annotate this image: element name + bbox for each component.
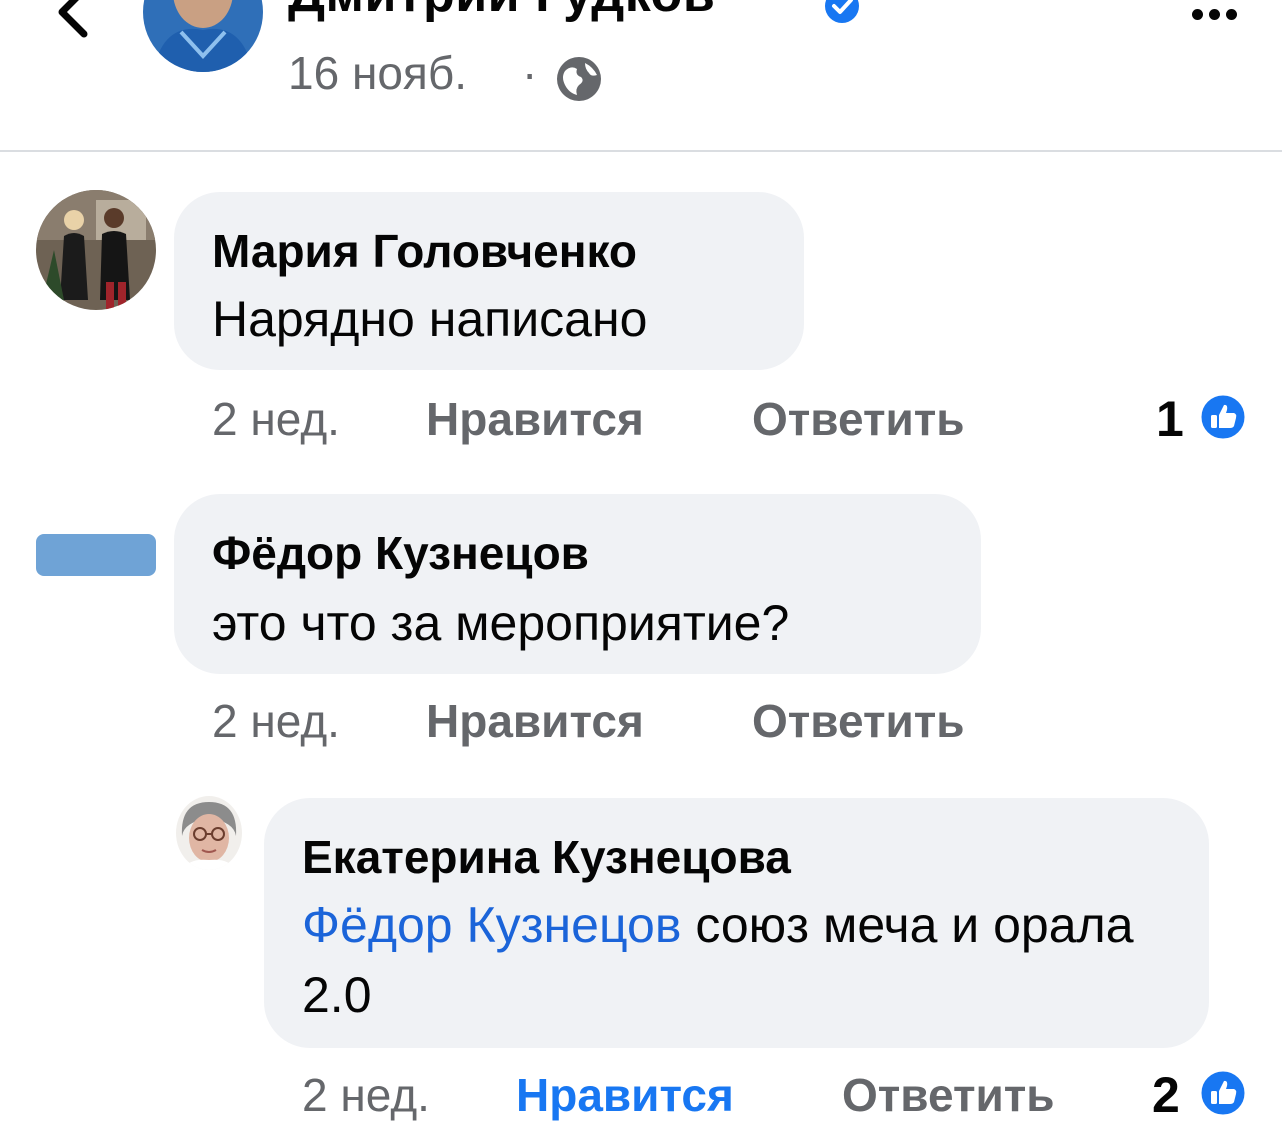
back-button[interactable] bbox=[48, 0, 98, 42]
like-button[interactable]: Нравится bbox=[426, 396, 644, 442]
reply-timestamp[interactable]: 2 нед. bbox=[302, 1072, 430, 1118]
mention-link[interactable]: Фёдор Кузнецов bbox=[302, 897, 681, 953]
reply-button[interactable]: Ответить bbox=[752, 396, 965, 442]
like-thumb-icon[interactable] bbox=[1198, 392, 1248, 442]
back-chevron-icon bbox=[58, 0, 88, 38]
verified-badge-icon bbox=[824, 0, 860, 24]
post-timestamp[interactable]: 16 нояб. bbox=[288, 50, 467, 96]
comment-timestamp[interactable]: 2 нед. bbox=[212, 698, 340, 744]
reply-author-name[interactable]: Екатерина Кузнецова bbox=[302, 834, 791, 880]
globe-icon bbox=[553, 53, 605, 105]
comment-avatar[interactable] bbox=[36, 190, 156, 310]
reply-avatar[interactable] bbox=[176, 796, 242, 870]
like-button-active[interactable]: Нравится bbox=[516, 1072, 734, 1118]
comment-avatar[interactable] bbox=[36, 534, 156, 576]
reply-button[interactable]: Ответить bbox=[842, 1072, 1055, 1118]
reaction-count[interactable]: 1 bbox=[1156, 394, 1184, 444]
comment-text: Нарядно написано bbox=[212, 291, 648, 347]
reply-button[interactable]: Ответить bbox=[752, 698, 965, 744]
comment-timestamp[interactable]: 2 нед. bbox=[212, 396, 340, 442]
header-divider bbox=[0, 150, 1282, 152]
more-dots-icon bbox=[1191, 8, 1203, 20]
post-author-name[interactable]: Дмитрий Гудков bbox=[288, 0, 715, 20]
like-thumb-icon[interactable] bbox=[1198, 1068, 1248, 1118]
comment-author-name[interactable]: Фёдор Кузнецов bbox=[212, 530, 589, 576]
reaction-count[interactable]: 2 bbox=[1152, 1070, 1180, 1120]
date-separator: · bbox=[522, 47, 538, 99]
comment-text: это что за мероприятие? bbox=[212, 595, 790, 651]
more-options-button[interactable] bbox=[1182, 0, 1246, 28]
comment-author-name[interactable]: Мария Головченко bbox=[212, 228, 637, 274]
like-button[interactable]: Нравится bbox=[426, 698, 644, 744]
post-author-avatar[interactable] bbox=[143, 0, 263, 72]
reply-text: Фёдор Кузнецов союз меча и орала 2.0 bbox=[302, 890, 1192, 1030]
